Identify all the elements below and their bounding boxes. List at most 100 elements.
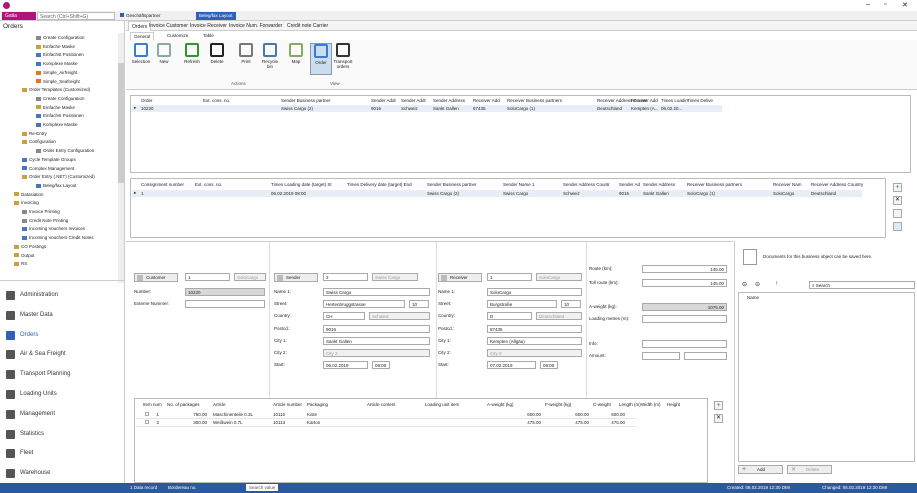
- receiver-country-name-field[interactable]: Deutschland: [536, 312, 582, 320]
- customer-number-field[interactable]: 10220: [185, 288, 265, 296]
- nav-item-warehouse[interactable]: Warehouse: [0, 464, 124, 483]
- tree-item[interactable]: Credit Note Printing: [22, 218, 68, 224]
- ribbon-button-refresh[interactable]: Refresh: [181, 43, 203, 75]
- sender-time-field[interactable]: 08:00: [372, 361, 390, 369]
- positions-col-header[interactable]: Length (m): [619, 402, 641, 407]
- nav-item-master-data[interactable]: Master Data: [0, 306, 124, 325]
- consignments-col-header[interactable]: Receiver Business partners: [687, 182, 742, 187]
- tree-item[interactable]: CO Postings: [14, 244, 46, 250]
- customer-no-field[interactable]: 1: [185, 273, 230, 281]
- orders-col-header[interactable]: Receiver Add: [631, 98, 658, 103]
- ribbon-tab-2[interactable]: Table: [200, 32, 217, 40]
- receiver-name1-field[interactable]: SoloCargo: [487, 288, 582, 296]
- tab-2[interactable]: Invoice Receiver: [187, 21, 230, 31]
- tree-item[interactable]: Simple_Seafreight: [36, 79, 80, 85]
- tree-item[interactable]: Einfachst Positionen: [36, 52, 84, 58]
- receiver-street-no-field[interactable]: 10: [561, 300, 581, 308]
- ldm-field[interactable]: [642, 315, 727, 323]
- tree-item[interactable]: Simple_Airfreight: [36, 70, 77, 76]
- consignments-col-header[interactable]: Sender Address: [643, 182, 675, 187]
- add-document-button[interactable]: + Add: [738, 465, 783, 474]
- forward-icon[interactable]: ⊝: [755, 281, 760, 288]
- tab-3[interactable]: Invoice Num. Forwarder: [226, 21, 285, 31]
- positions-col-header[interactable]: Item num: [143, 402, 162, 407]
- sender-country-field[interactable]: CH: [323, 312, 365, 320]
- consignments-row-selected[interactable]: [132, 190, 862, 197]
- nav-item-statistics[interactable]: Statistics: [0, 425, 124, 444]
- ribbon-button-filter[interactable]: Selection: [130, 43, 152, 75]
- tree-item[interactable]: Order Templates (Customized): [22, 87, 90, 93]
- positions-col-header[interactable]: Article: [213, 402, 226, 407]
- receiver-role-button[interactable]: Receiver: [438, 273, 482, 282]
- receiver-country-field[interactable]: D: [487, 312, 532, 320]
- nav-item-air-sea-freight[interactable]: Air & Sea Freight: [0, 345, 124, 364]
- remove-row-icon[interactable]: ✕: [893, 196, 902, 205]
- tree-item[interactable]: Order Entry Configuration: [36, 148, 94, 154]
- layout-tab[interactable]: Beleg/fax Layout: [196, 12, 236, 20]
- sender-city1-field[interactable]: Sankt Gallen: [323, 337, 430, 345]
- ribbon-button-delete[interactable]: Delete: [206, 43, 228, 75]
- tab-1[interactable]: Invoice Customer: [146, 21, 191, 31]
- positions-col-header[interactable]: Height: [667, 402, 680, 407]
- nav-item-loading-units[interactable]: Loading Units: [0, 385, 124, 404]
- tree-item[interactable]: Invoicing: [14, 200, 39, 206]
- add-position-icon[interactable]: +: [714, 401, 723, 410]
- consignments-col-header[interactable]: Consignment number: [141, 182, 184, 187]
- orders-col-header[interactable]: Ext. cons. no.: [203, 98, 230, 103]
- toll-field[interactable]: 145.00: [642, 279, 727, 287]
- nav-item-fleet[interactable]: Fleet: [0, 444, 124, 463]
- tree-item[interactable]: RS: [14, 261, 27, 267]
- tree-item[interactable]: Invoice Printing: [22, 209, 60, 215]
- positions-col-header[interactable]: F-weight (kg): [545, 402, 571, 407]
- positions-col-header[interactable]: C-weight: [593, 402, 611, 407]
- positions-col-header[interactable]: Width (m): [641, 402, 661, 407]
- orders-col-header[interactable]: Sender Address: [433, 98, 465, 103]
- tree-item[interactable]: Create Configuration: [36, 96, 85, 102]
- orders-col-header[interactable]: Receiver Add: [473, 98, 500, 103]
- positions-col-header[interactable]: Loading unit item: [425, 402, 459, 407]
- positions-col-header[interactable]: Article number: [273, 402, 302, 407]
- ribbon-button-map[interactable]: Map: [285, 43, 307, 75]
- orders-col-header[interactable]: Sender Business partner: [281, 98, 331, 103]
- amount-currency-field[interactable]: [684, 352, 727, 360]
- receiver-city1-field[interactable]: Kempten (Allgäu): [487, 337, 582, 345]
- minimize-icon[interactable]: –: [866, 1, 870, 8]
- nav-item-orders[interactable]: Orders: [0, 326, 124, 345]
- remove-position-icon[interactable]: ✕: [714, 414, 723, 423]
- receiver-no-field[interactable]: 1: [487, 273, 532, 281]
- sender-name-field[interactable]: Swiss Cargo: [372, 273, 418, 281]
- grid-settings-icon[interactable]: [893, 222, 902, 231]
- tree-item[interactable]: Complex Management: [22, 166, 74, 172]
- tree-item[interactable]: Komplexe Maske: [36, 61, 78, 67]
- positions-col-header[interactable]: Packaging: [307, 402, 328, 407]
- grid-options-icon[interactable]: [893, 209, 902, 218]
- info-field[interactable]: [642, 340, 727, 348]
- sender-street-field[interactable]: Hertenbruggstrasse: [323, 300, 405, 308]
- close-icon[interactable]: ✕: [902, 1, 908, 9]
- tree-item[interactable]: Komplexe Maske: [36, 122, 78, 128]
- positions-col-header[interactable]: A-weight (kg): [487, 402, 514, 407]
- back-icon[interactable]: ⊝: [742, 281, 747, 288]
- up-icon[interactable]: ↑: [775, 281, 778, 287]
- ribbon-button-transport-orders[interactable]: Transport orders: [332, 43, 354, 75]
- tree-item[interactable]: Configuration: [22, 139, 56, 145]
- sender-country-name-field[interactable]: Schweiz: [369, 312, 430, 320]
- delete-document-button[interactable]: ✕ Delete: [787, 465, 832, 474]
- receiver-city2-field[interactable]: City 2: [487, 349, 582, 357]
- consignments-col-header[interactable]: Sender Address Countr: [563, 182, 610, 187]
- app-tab[interactable]: Gatia: [2, 12, 36, 20]
- receiver-time-field[interactable]: 08:00: [540, 361, 558, 369]
- tree-item[interactable]: Create Configuration: [36, 35, 85, 41]
- ribbon-tab-0[interactable]: General: [130, 32, 155, 40]
- ribbon-button-order[interactable]: Order: [310, 43, 332, 75]
- nav-item-administration[interactable]: Administration: [0, 286, 124, 305]
- customer-name-field[interactable]: SoloCargo: [234, 273, 266, 281]
- consignments-col-header[interactable]: Times Loading date (target) St: [271, 182, 332, 187]
- sender-street-no-field[interactable]: 10: [409, 300, 429, 308]
- positions-col-header[interactable]: Article content: [367, 402, 396, 407]
- tree-item[interactable]: Datasiation: [14, 192, 44, 198]
- nav-item-transport-planning[interactable]: Transport Planning: [0, 365, 124, 384]
- receiver-postcd-field[interactable]: 87435: [487, 325, 582, 333]
- tree-item[interactable]: Einfache Maske: [36, 105, 75, 111]
- documents-search-input[interactable]: ⌕ Search: [809, 281, 915, 289]
